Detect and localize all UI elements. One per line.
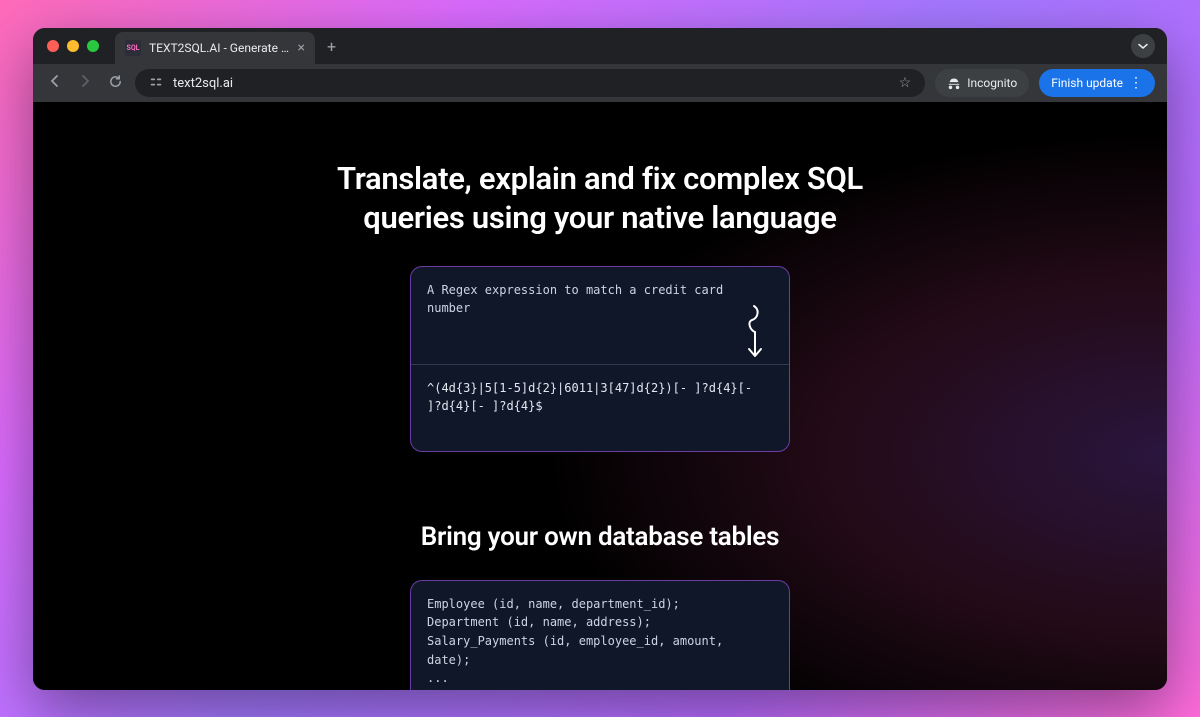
kebab-icon: ⋮	[1129, 75, 1143, 91]
browser-tab[interactable]: SQL TEXT2SQL.AI - Generate SQL ×	[115, 32, 315, 64]
url-text: text2sql.ai	[173, 76, 889, 91]
url-bar[interactable]: text2sql.ai ☆	[135, 69, 925, 97]
bookmark-star-icon[interactable]: ☆	[899, 75, 912, 91]
collapse-tabs-button[interactable]	[1131, 34, 1155, 58]
close-window-button[interactable]	[47, 40, 59, 52]
close-tab-button[interactable]: ×	[298, 40, 305, 56]
finish-update-label: Finish update	[1051, 76, 1123, 90]
forward-button[interactable]	[75, 73, 95, 93]
example-card-tables: Employee (id, name, department_id); Depa…	[410, 580, 790, 690]
example-prompt: A Regex expression to match a credit car…	[411, 267, 789, 365]
window-controls	[47, 40, 99, 52]
reload-button[interactable]	[105, 74, 125, 93]
tab-bar: SQL TEXT2SQL.AI - Generate SQL × +	[33, 28, 1167, 64]
example-output: ^(4d{3}|5[1-5]d{2}|6011|3[47]d{2})[- ]?d…	[411, 365, 789, 452]
tab-title: TEXT2SQL.AI - Generate SQL	[149, 41, 290, 55]
page-content: Translate, explain and fix complex SQL q…	[33, 102, 1167, 690]
hero-title: Translate, explain and fix complex SQL q…	[320, 160, 880, 238]
browser-window: SQL TEXT2SQL.AI - Generate SQL × + text2…	[33, 28, 1167, 690]
finish-update-button[interactable]: Finish update ⋮	[1039, 69, 1155, 97]
example-card-regex: A Regex expression to match a credit car…	[410, 266, 790, 452]
back-button[interactable]	[45, 73, 65, 93]
favicon-icon: SQL	[125, 40, 141, 56]
minimize-window-button[interactable]	[67, 40, 79, 52]
new-tab-button[interactable]: +	[327, 37, 336, 56]
site-settings-icon[interactable]	[149, 75, 163, 92]
section-title-tables: Bring your own database tables	[421, 522, 779, 552]
incognito-indicator[interactable]: Incognito	[935, 69, 1029, 97]
incognito-label: Incognito	[967, 76, 1017, 90]
maximize-window-button[interactable]	[87, 40, 99, 52]
example-tables-body: Employee (id, name, department_id); Depa…	[411, 581, 789, 690]
browser-toolbar: text2sql.ai ☆ Incognito Finish update ⋮	[33, 64, 1167, 102]
incognito-icon	[947, 76, 961, 90]
